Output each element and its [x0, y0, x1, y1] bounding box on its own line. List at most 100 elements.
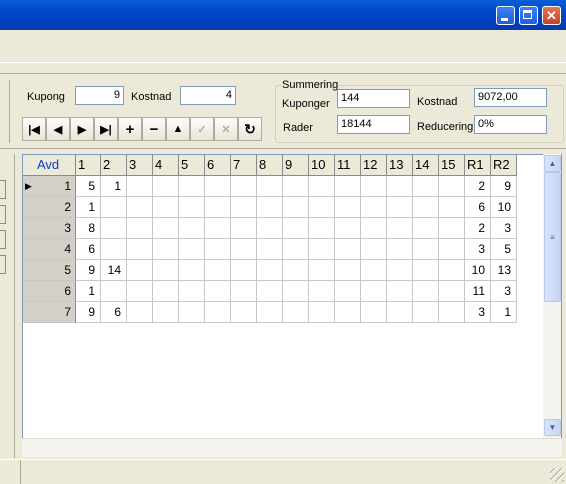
- column-header-1[interactable]: 1: [76, 155, 101, 176]
- grid-cell[interactable]: 1: [101, 176, 127, 197]
- grid-cell[interactable]: [283, 260, 309, 281]
- grid-cell[interactable]: [309, 260, 335, 281]
- left-splitter[interactable]: [14, 154, 15, 458]
- column-header-r2[interactable]: R2: [491, 155, 517, 176]
- grid-cell[interactable]: 14: [101, 260, 127, 281]
- grid-cell[interactable]: [439, 197, 465, 218]
- data-grid[interactable]: Avd 1 2 3 4 5 6 7 8 9 10 11 12 13 14 15 R1 R2 ▶ 1 5 1 2 9 2 1 6 10 3…: [22, 154, 562, 439]
- column-header-12[interactable]: 12: [361, 155, 387, 176]
- grid-cell[interactable]: [257, 218, 283, 239]
- row-header-cell[interactable]: 5: [23, 260, 76, 281]
- grid-cell[interactable]: [283, 302, 309, 323]
- grid-cell[interactable]: [257, 176, 283, 197]
- kostnad-field[interactable]: 4: [180, 86, 236, 105]
- grid-cell[interactable]: [283, 281, 309, 302]
- next-record-button[interactable]: ▶: [70, 117, 94, 141]
- grid-cell[interactable]: [127, 260, 153, 281]
- grid-cell[interactable]: [439, 281, 465, 302]
- grid-cell[interactable]: [205, 239, 231, 260]
- grid-cell[interactable]: 6: [465, 197, 491, 218]
- vertical-scrollbar[interactable]: ▲ ≡ ▼: [543, 154, 561, 438]
- grid-cell[interactable]: [361, 260, 387, 281]
- column-header-14[interactable]: 14: [413, 155, 439, 176]
- grid-cell[interactable]: [439, 260, 465, 281]
- grid-cell[interactable]: [309, 218, 335, 239]
- grid-cell[interactable]: [205, 281, 231, 302]
- grid-cell[interactable]: [153, 281, 179, 302]
- grid-cell[interactable]: 3: [491, 281, 517, 302]
- grid-cell[interactable]: [335, 197, 361, 218]
- column-header-2[interactable]: 2: [101, 155, 127, 176]
- column-header-10[interactable]: 10: [309, 155, 335, 176]
- grid-cell[interactable]: [101, 197, 127, 218]
- grid-cell[interactable]: [257, 281, 283, 302]
- grid-cell[interactable]: [439, 239, 465, 260]
- close-button[interactable]: ✕: [542, 6, 561, 25]
- row-header-cell[interactable]: ▶ 1: [23, 176, 76, 197]
- edit-record-button[interactable]: ▲: [166, 117, 190, 141]
- grid-cell[interactable]: 1: [491, 302, 517, 323]
- grid-cell[interactable]: [361, 176, 387, 197]
- grid-cell[interactable]: [439, 302, 465, 323]
- grid-cell[interactable]: 5: [491, 239, 517, 260]
- column-header-r1[interactable]: R1: [465, 155, 491, 176]
- column-header-3[interactable]: 3: [127, 155, 153, 176]
- grid-cell[interactable]: [205, 176, 231, 197]
- grid-cell[interactable]: [361, 197, 387, 218]
- grid-cell[interactable]: [335, 218, 361, 239]
- grid-cell[interactable]: [283, 218, 309, 239]
- cancel-edit-button[interactable]: ✕: [214, 117, 238, 141]
- column-header-4[interactable]: 4: [153, 155, 179, 176]
- insert-record-button[interactable]: +: [118, 117, 142, 141]
- column-header-avd[interactable]: Avd: [23, 155, 76, 176]
- grid-cell[interactable]: [101, 281, 127, 302]
- grid-cell[interactable]: [179, 239, 205, 260]
- grid-cell[interactable]: [413, 218, 439, 239]
- row-header-cell[interactable]: 3: [23, 218, 76, 239]
- grid-cell[interactable]: [205, 260, 231, 281]
- grid-cell[interactable]: [413, 197, 439, 218]
- grid-cell[interactable]: 2: [465, 176, 491, 197]
- column-header-13[interactable]: 13: [387, 155, 413, 176]
- horizontal-scrollbar[interactable]: [22, 438, 562, 457]
- grid-cell[interactable]: [179, 197, 205, 218]
- grid-cell[interactable]: [335, 260, 361, 281]
- grid-cell[interactable]: [153, 302, 179, 323]
- kupong-field[interactable]: 9: [75, 86, 124, 105]
- reducering-field[interactable]: 0%: [474, 115, 547, 134]
- grid-cell[interactable]: 3: [491, 218, 517, 239]
- grid-cell[interactable]: [387, 281, 413, 302]
- grid-cell[interactable]: [361, 239, 387, 260]
- grid-cell[interactable]: [387, 176, 413, 197]
- grid-cell[interactable]: [439, 218, 465, 239]
- grid-cell[interactable]: [127, 176, 153, 197]
- row-header-cell[interactable]: 7: [23, 302, 76, 323]
- grid-cell[interactable]: [231, 218, 257, 239]
- grid-cell[interactable]: 9: [491, 176, 517, 197]
- row-header-cell[interactable]: 4: [23, 239, 76, 260]
- grid-cell[interactable]: [179, 260, 205, 281]
- grid-cell[interactable]: 9: [76, 260, 101, 281]
- grid-cell[interactable]: 6: [101, 302, 127, 323]
- column-header-15[interactable]: 15: [439, 155, 465, 176]
- grid-cell[interactable]: [101, 239, 127, 260]
- grid-cell[interactable]: 11: [465, 281, 491, 302]
- grid-cell[interactable]: [127, 281, 153, 302]
- column-header-9[interactable]: 9: [283, 155, 309, 176]
- grid-cell[interactable]: [153, 260, 179, 281]
- grid-cell[interactable]: [309, 302, 335, 323]
- grid-cell[interactable]: [127, 197, 153, 218]
- grid-cell[interactable]: [205, 218, 231, 239]
- grid-cell[interactable]: [179, 176, 205, 197]
- scroll-down-button[interactable]: ▼: [544, 419, 561, 436]
- grid-cell[interactable]: [413, 260, 439, 281]
- grid-cell[interactable]: 3: [465, 302, 491, 323]
- grid-cell[interactable]: [127, 239, 153, 260]
- grid-cell[interactable]: 1: [76, 197, 101, 218]
- grid-cell[interactable]: [309, 197, 335, 218]
- left-tab-4[interactable]: [0, 255, 6, 274]
- last-record-button[interactable]: ▶|: [94, 117, 118, 141]
- grid-cell[interactable]: [179, 218, 205, 239]
- first-record-button[interactable]: |◀: [22, 117, 46, 141]
- grid-cell[interactable]: [283, 197, 309, 218]
